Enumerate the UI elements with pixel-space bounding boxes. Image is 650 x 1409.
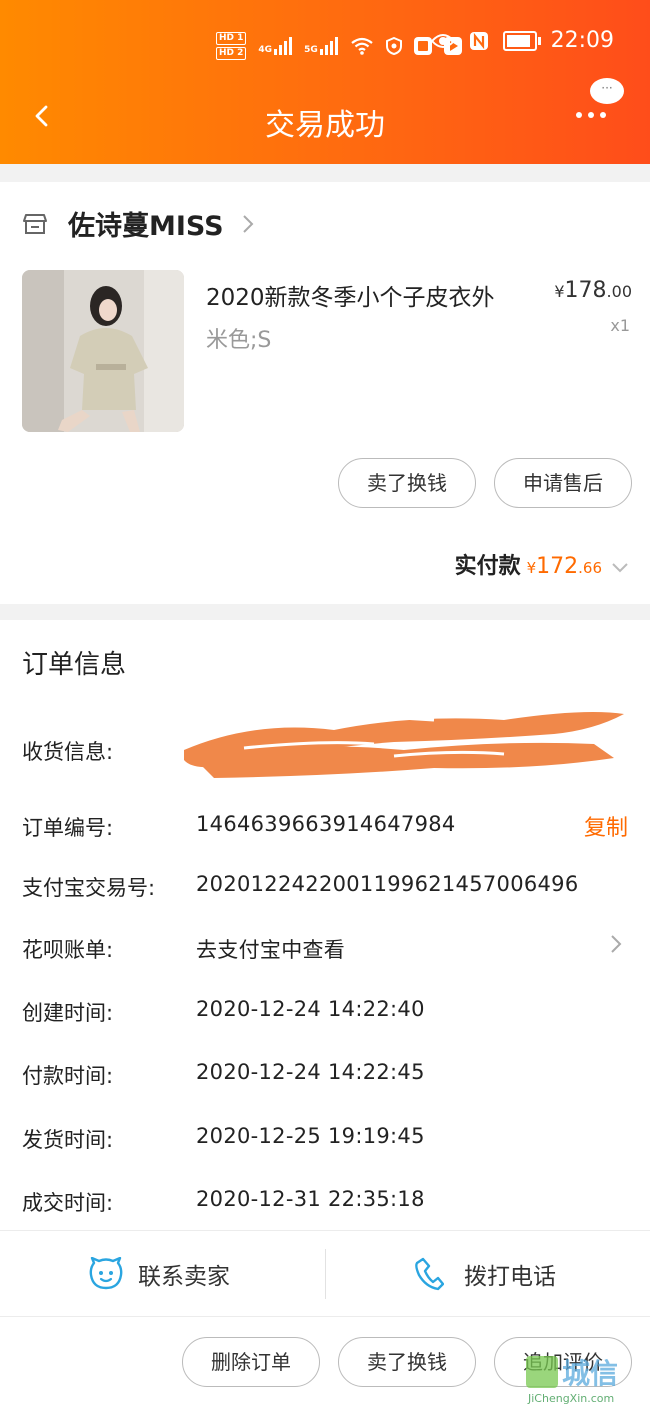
call-phone-button[interactable]: 拨打电话	[414, 1231, 556, 1317]
site-watermark: 城信 JiChengXin.com	[526, 1356, 644, 1406]
header: HD 1 HD 2 4G 5G 22:09 交易成功 ···	[0, 0, 650, 164]
shop-name[interactable]: 佐诗蔓MISS	[68, 204, 224, 243]
book-app-icon	[413, 37, 432, 55]
watermark-text: 城信	[562, 1357, 619, 1390]
product-photo-icon	[22, 270, 184, 432]
page-title: 交易成功	[265, 108, 385, 143]
battery-icon	[502, 30, 541, 51]
chevron-right-icon	[242, 214, 254, 233]
copy-button[interactable]: 复制	[584, 810, 628, 842]
hd1-icon: HD 1	[216, 32, 247, 45]
after-sales-button[interactable]: 申请售后	[494, 458, 632, 508]
total-decimal: .66	[578, 559, 602, 577]
product-title[interactable]: 2020新款冬季小个子皮衣外	[206, 278, 495, 312]
nav-bar: 交易成功 ···	[0, 78, 650, 152]
net1-label: 4G	[258, 45, 273, 55]
product-quantity: x1	[610, 316, 630, 335]
sell-for-cash-button-bottom[interactable]: 卖了换钱	[338, 1337, 476, 1387]
watermark-logo-icon	[526, 1356, 558, 1388]
info-label-paid: 付款时间:	[22, 1064, 114, 1088]
more-dots-icon	[576, 112, 606, 118]
shop-icon	[23, 213, 47, 234]
total-amount: ¥172.66	[527, 554, 602, 579]
status-icons-left: HD 1 HD 2 4G 5G	[216, 32, 462, 60]
more-menu-icon[interactable]: ···	[576, 78, 628, 132]
info-value-shipped: 2020-12-25 19:19:45	[196, 1124, 425, 1148]
chat-face-icon	[89, 1257, 123, 1290]
eye-icon	[430, 33, 455, 48]
nfc-icon	[469, 31, 488, 50]
contact-seller-button[interactable]: 联系卖家	[88, 1231, 230, 1317]
section-title: 订单信息	[22, 650, 127, 680]
divider	[325, 1249, 326, 1299]
info-value-paid: 2020-12-24 14:22:45	[196, 1060, 425, 1084]
order-info-card: 订单信息 收货信息: 订单编号: 1464639663914647984 复制 …	[0, 620, 650, 1230]
chevron-right-icon[interactable]	[610, 934, 622, 954]
hd2-icon: HD 2	[216, 47, 247, 60]
status-bar: HD 1 HD 2 4G 5G 22:09	[0, 28, 650, 68]
price-currency: ¥	[554, 282, 565, 301]
info-value-alipay-number: 2020122422001199621457006496	[196, 872, 579, 896]
product-image[interactable]	[22, 270, 184, 432]
product-price: ¥178.00	[554, 278, 632, 303]
total-currency: ¥	[526, 559, 537, 577]
net2-label: 5G	[304, 45, 318, 55]
total-label: 实付款	[454, 554, 521, 579]
shop-header[interactable]: 佐诗蔓MISS	[22, 204, 254, 243]
order-product-card: 佐诗蔓MISS 2020新款冬季小个子皮衣外 米色;S ¥178.00 x1 卖…	[0, 182, 650, 604]
info-label-created: 创建时间:	[22, 1001, 114, 1025]
info-label-alipay-number: 支付宝交易号:	[22, 876, 156, 900]
info-label-order-number: 订单编号:	[22, 816, 114, 840]
delete-order-button[interactable]: 删除订单	[182, 1337, 320, 1387]
info-label-completed: 成交时间:	[22, 1191, 114, 1215]
info-label-address: 收货信息:	[22, 740, 114, 764]
chevron-down-icon	[612, 563, 628, 573]
contact-seller-label: 联系卖家	[138, 1264, 230, 1290]
hd-indicator: HD 1 HD 2	[216, 32, 247, 60]
info-value-huabei-link[interactable]: 去支付宝中查看	[196, 934, 345, 964]
phone-icon	[415, 1257, 444, 1291]
total-integer: 172	[536, 554, 579, 579]
info-label-shipped: 发货时间:	[22, 1128, 114, 1152]
price-decimal: .00	[606, 282, 632, 301]
product-variant: 米色;S	[206, 328, 272, 353]
sell-for-cash-button[interactable]: 卖了换钱	[338, 458, 476, 508]
status-icons-right: 22:09	[430, 28, 614, 53]
signal-1-icon: 4G	[258, 37, 293, 55]
message-bubble-icon: ···	[590, 78, 624, 104]
redaction-scribble	[184, 712, 624, 778]
shield-icon	[385, 37, 402, 55]
call-phone-label: 拨打电话	[464, 1264, 556, 1290]
clock: 22:09	[550, 28, 614, 53]
info-value-order-number: 1464639663914647984	[196, 812, 456, 836]
info-value-created: 2020-12-24 14:22:40	[196, 997, 425, 1021]
contact-bar: 联系卖家 拨打电话	[0, 1230, 650, 1317]
price-integer: 178	[564, 278, 607, 303]
info-label-huabei: 花呗账单:	[22, 938, 114, 962]
signal-2-icon: 5G	[304, 37, 338, 55]
wifi-icon	[351, 37, 373, 55]
watermark-url: JiChengXin.com	[528, 1392, 615, 1405]
info-value-completed: 2020-12-31 22:35:18	[196, 1187, 425, 1211]
total-paid[interactable]: 实付款 ¥172.66	[455, 548, 628, 580]
